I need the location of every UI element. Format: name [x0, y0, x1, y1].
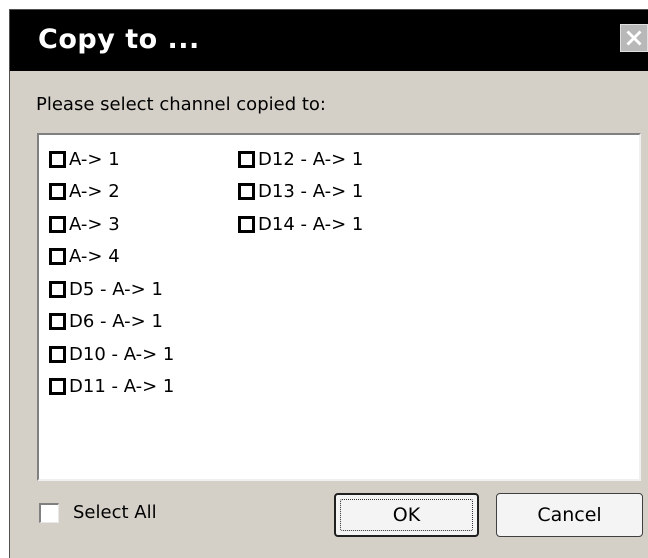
- channel-item[interactable]: D13 - A-> 1: [238, 176, 363, 209]
- channel-label: A-> 1: [69, 148, 120, 170]
- channel-checkbox[interactable]: [49, 183, 66, 201]
- channel-label: A-> 2: [69, 181, 120, 203]
- channel-checkbox[interactable]: [238, 150, 255, 168]
- channel-item[interactable]: A-> 4: [49, 241, 174, 274]
- channel-label: D6 - A-> 1: [69, 311, 163, 333]
- channel-item[interactable]: D6 - A-> 1: [49, 306, 174, 339]
- channel-label: A-> 4: [69, 246, 120, 268]
- dialog-title: Copy to ...: [38, 24, 200, 55]
- channel-item[interactable]: D11 - A-> 1: [49, 371, 174, 404]
- channel-column-1: A-> 1 A-> 2 A-> 3 A-> 4 D5 - A-> 1 D6 - …: [49, 143, 174, 403]
- channel-list: A-> 1 A-> 2 A-> 3 A-> 4 D5 - A-> 1 D6 - …: [37, 133, 641, 481]
- channel-checkbox[interactable]: [49, 215, 66, 233]
- channel-item[interactable]: A-> 1: [49, 143, 174, 176]
- channel-item[interactable]: D12 - A-> 1: [238, 143, 363, 176]
- channel-label: D12 - A-> 1: [258, 148, 364, 170]
- channel-checkbox[interactable]: [238, 215, 255, 233]
- channel-checkbox[interactable]: [49, 150, 66, 168]
- channel-label: D5 - A-> 1: [69, 278, 163, 300]
- channel-column-2: D12 - A-> 1 D13 - A-> 1 D14 - A-> 1: [238, 143, 363, 241]
- channel-label: D13 - A-> 1: [258, 181, 364, 203]
- channel-checkbox[interactable]: [49, 378, 66, 396]
- select-all-checkbox[interactable]: [39, 502, 59, 523]
- ok-button-label: OK: [392, 504, 421, 526]
- channel-label: D10 - A-> 1: [69, 343, 175, 365]
- channel-checkbox[interactable]: [49, 345, 66, 363]
- cancel-button-label: Cancel: [537, 504, 602, 526]
- channel-checkbox[interactable]: [238, 183, 255, 201]
- channel-item[interactable]: A-> 3: [49, 208, 174, 241]
- channel-label: D11 - A-> 1: [69, 376, 175, 398]
- channel-item[interactable]: A-> 2: [49, 176, 174, 209]
- channel-item[interactable]: D5 - A-> 1: [49, 273, 174, 306]
- select-all-label: Select All: [73, 502, 157, 523]
- channel-label: D14 - A-> 1: [258, 213, 364, 235]
- copy-to-dialog: Copy to ... Please select channel copied…: [9, 9, 648, 558]
- select-all-option[interactable]: Select All: [39, 502, 157, 523]
- close-button[interactable]: [620, 24, 648, 52]
- cancel-button[interactable]: Cancel: [496, 493, 643, 537]
- channel-checkbox[interactable]: [49, 280, 66, 298]
- channel-item[interactable]: D10 - A-> 1: [49, 338, 174, 371]
- title-bar: Copy to ...: [10, 10, 648, 71]
- channel-checkbox[interactable]: [49, 313, 66, 331]
- prompt-label: Please select channel copied to:: [36, 94, 326, 115]
- channel-checkbox[interactable]: [49, 248, 66, 266]
- close-icon: [626, 30, 642, 46]
- channel-label: A-> 3: [69, 213, 120, 235]
- ok-button[interactable]: OK: [334, 493, 479, 537]
- channel-item[interactable]: D14 - A-> 1: [238, 208, 363, 241]
